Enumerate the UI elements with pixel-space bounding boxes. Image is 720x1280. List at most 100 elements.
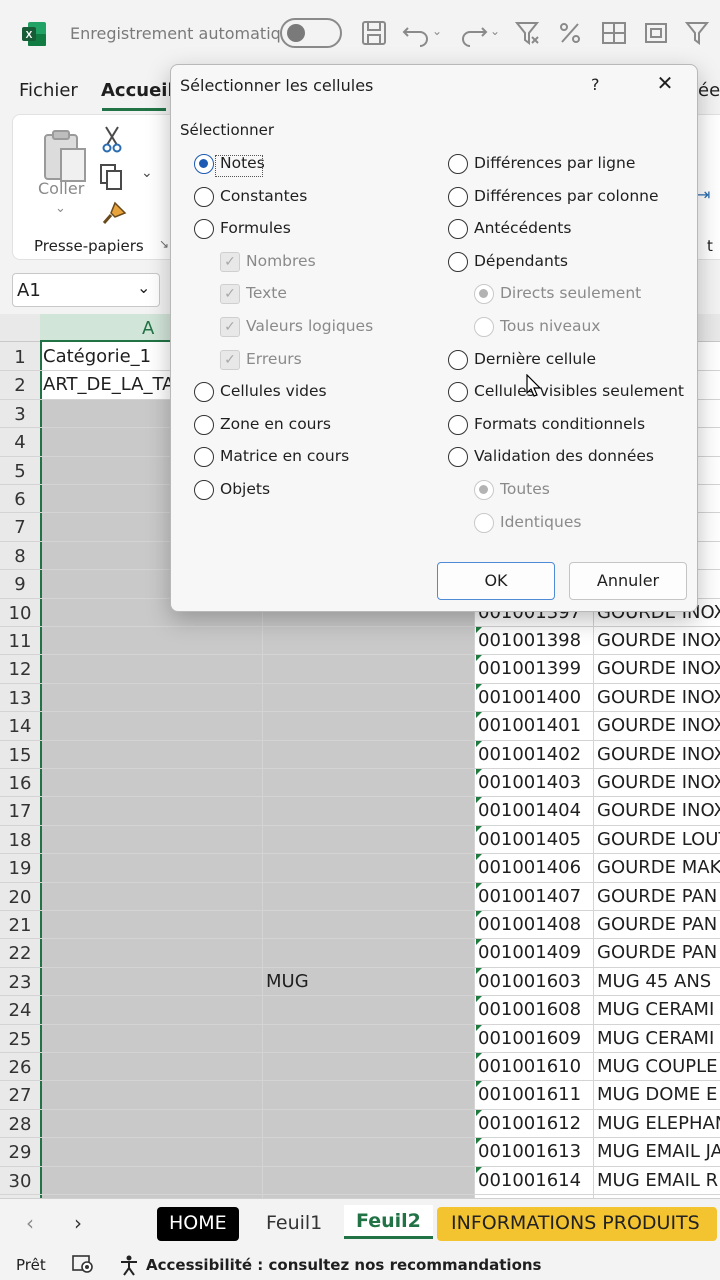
copy-dropdown-icon[interactable]: ⌄ [141, 165, 153, 181]
cell-d[interactable]: GOURDE LOUT [597, 829, 720, 850]
scissors-icon[interactable] [101, 125, 123, 153]
name-box[interactable]: A1 ⌄ [12, 273, 160, 307]
sheet-tab-feuil2[interactable]: Feuil2 [344, 1205, 433, 1239]
row-number[interactable]: 12 [0, 659, 40, 680]
cell-c[interactable]: 001001401 [478, 715, 592, 736]
next-sheet-icon[interactable]: › [74, 1211, 82, 1235]
cell-c[interactable]: 001001405 [478, 829, 592, 850]
cell-d[interactable]: MUG CERAMI [597, 1028, 720, 1049]
row-number[interactable]: 16 [0, 773, 40, 794]
redo-icon[interactable] [460, 18, 488, 48]
ok-button[interactable]: OK [437, 562, 555, 600]
cell-d[interactable]: MUG DOME E [597, 1084, 720, 1105]
cell-d[interactable]: GOURDE INOX [597, 715, 720, 736]
paste-icon[interactable] [41, 127, 89, 187]
prev-sheet-icon[interactable]: ‹ [26, 1211, 34, 1235]
cell-d[interactable]: GOURDE PAN [597, 886, 720, 907]
row-number[interactable]: 20 [0, 887, 40, 908]
row-number[interactable]: 25 [0, 1029, 40, 1050]
copy-icon[interactable] [99, 163, 125, 191]
cell-c[interactable]: 001001611 [478, 1084, 592, 1105]
cell-d[interactable]: GOURDE INOX [597, 800, 720, 821]
radio-button[interactable] [448, 447, 468, 468]
cell-c[interactable]: 001001610 [478, 1056, 592, 1077]
radio-button[interactable] [194, 382, 214, 403]
row-number[interactable]: 29 [0, 1142, 40, 1163]
option-cellules-visibles-seulement[interactable]: Cellules visibles seulement [448, 380, 688, 404]
radio-button[interactable] [194, 447, 214, 468]
filter-clear-icon[interactable] [514, 18, 542, 48]
row-number[interactable]: 2 [0, 375, 40, 396]
option-objets[interactable]: Objets [194, 478, 434, 502]
option-zone-en-cours[interactable]: Zone en cours [194, 413, 434, 437]
help-button[interactable]: ? [591, 75, 600, 94]
row-number[interactable]: 17 [0, 801, 40, 822]
cell-d[interactable]: MUG EMAIL JA [597, 1141, 720, 1162]
cell-b[interactable]: MUG [266, 971, 472, 992]
option-constantes[interactable]: Constantes [194, 185, 434, 209]
row-number[interactable]: 13 [0, 688, 40, 709]
sort-filter-icon[interactable] [684, 18, 712, 48]
row-number[interactable]: 21 [0, 915, 40, 936]
cancel-button[interactable]: Annuler [569, 562, 687, 600]
autosave-toggle[interactable] [280, 18, 342, 48]
row-number[interactable]: 18 [0, 830, 40, 851]
row-number[interactable]: 4 [0, 432, 40, 453]
cell-d[interactable]: MUG EMAIL R [597, 1170, 720, 1191]
sheet-tab-home[interactable]: HOME [157, 1207, 239, 1241]
cell-d[interactable]: MUG COUPLE [597, 1056, 720, 1077]
undo-icon[interactable] [402, 18, 430, 48]
clipboard-launcher-icon[interactable]: ↘ [159, 237, 169, 251]
close-icon[interactable]: ✕ [653, 71, 677, 95]
row-number[interactable]: 19 [0, 858, 40, 879]
row-number[interactable]: 11 [0, 631, 40, 652]
paste-dropdown-icon[interactable]: ⌄ [55, 201, 66, 216]
option-cellules-vides[interactable]: Cellules vides [194, 380, 434, 404]
paste-label[interactable]: Coller [38, 179, 84, 198]
radio-button[interactable] [448, 219, 468, 240]
cell-c[interactable]: 001001614 [478, 1170, 592, 1191]
cell-d[interactable]: GOURDE INOX [597, 630, 720, 651]
cell-c[interactable]: 001001400 [478, 687, 592, 708]
sheet-tab-informations-produits[interactable]: INFORMATIONS PRODUITS [437, 1207, 717, 1241]
indent-icon[interactable]: ⇥ [697, 185, 710, 204]
option-différences-par-colonne[interactable]: Différences par colonne [448, 185, 688, 209]
cell-c[interactable]: 001001402 [478, 744, 592, 765]
save-icon[interactable] [360, 18, 388, 48]
row-number[interactable]: 14 [0, 716, 40, 737]
tab-fichier[interactable]: Fichier [19, 80, 78, 101]
cell-d[interactable]: GOURDE INOX [597, 687, 720, 708]
undo-dropdown-icon[interactable]: ⌄ [432, 24, 442, 38]
format-painter-icon[interactable] [101, 201, 127, 227]
radio-button[interactable] [448, 349, 468, 370]
row-number[interactable]: 3 [0, 404, 40, 425]
radio-button[interactable] [194, 219, 214, 240]
cell-c[interactable]: 001001398 [478, 630, 592, 651]
row-number[interactable]: 1 [0, 347, 40, 368]
radio-button[interactable] [448, 186, 468, 207]
cell-c[interactable]: 001001603 [478, 971, 592, 992]
row-number[interactable]: 6 [0, 489, 40, 510]
row-number[interactable]: 30 [0, 1171, 40, 1192]
option-validation-des-données[interactable]: Validation des données [448, 445, 688, 469]
row-number[interactable]: 15 [0, 745, 40, 766]
name-box-dropdown-icon[interactable]: ⌄ [137, 278, 150, 297]
sheet-tab-feuil1[interactable]: Feuil1 [254, 1207, 334, 1241]
cell-c[interactable]: 001001406 [478, 857, 592, 878]
row-number[interactable]: 24 [0, 1000, 40, 1021]
cell-c[interactable]: 001001408 [478, 914, 592, 935]
option-différences-par-ligne[interactable]: Différences par ligne [448, 152, 688, 176]
radio-button[interactable] [194, 480, 214, 500]
option-matrice-en-cours[interactable]: Matrice en cours [194, 445, 434, 469]
option-formules[interactable]: Formules [194, 217, 434, 241]
row-number[interactable]: 10 [0, 603, 40, 624]
cell-d[interactable]: GOURDE INOX [597, 658, 720, 679]
cell-d[interactable]: GOURDE INOX [597, 772, 720, 793]
cell-c[interactable]: 001001407 [478, 886, 592, 907]
cell-c[interactable]: 001001609 [478, 1028, 592, 1049]
row-number[interactable]: 23 [0, 972, 40, 993]
cell-d[interactable]: GOURDE MAK [597, 857, 720, 878]
row-number[interactable]: 8 [0, 546, 40, 567]
option-formats-conditionnels[interactable]: Formats conditionnels [448, 413, 688, 437]
cell-d[interactable]: GOURDE PAN [597, 914, 720, 935]
